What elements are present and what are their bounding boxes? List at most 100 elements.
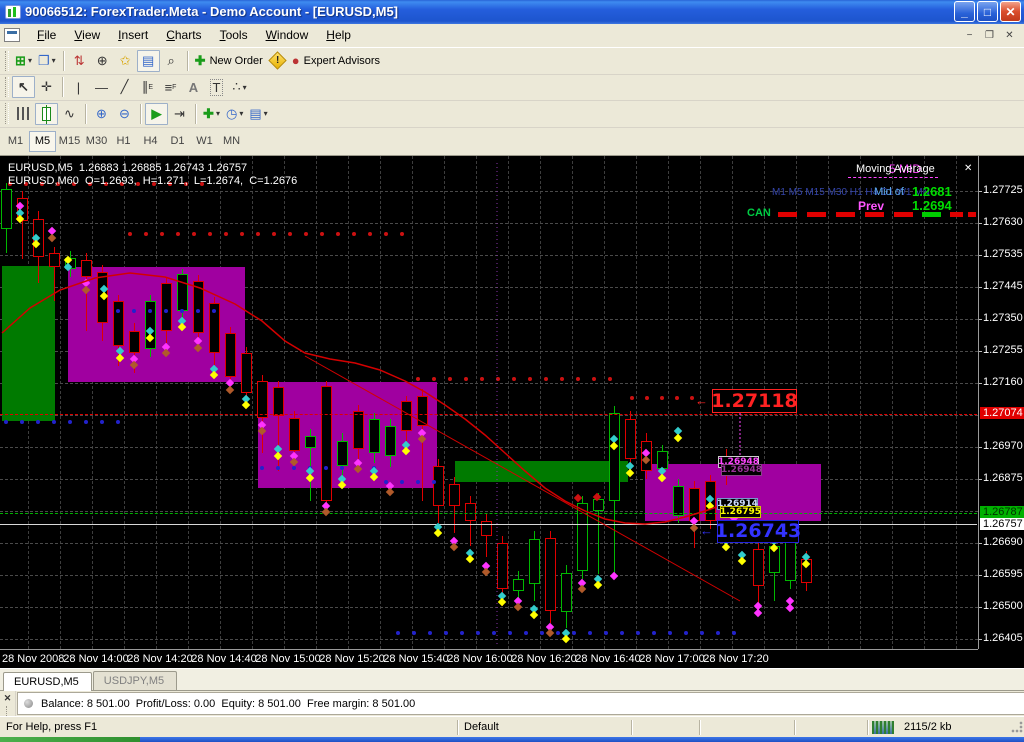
standard-toolbar: ⊞▾ ❐▾ ⇅ ⊕ ✩ ▤ ⌕ ✚ New Order ! ● Expert A… — [0, 48, 1024, 75]
terminal-grip[interactable] — [6, 706, 9, 716]
market-watch-button[interactable]: ⇅ — [68, 50, 91, 72]
zoom-out-icon: ⊖ — [119, 106, 130, 122]
navigator-button[interactable]: ✩ — [114, 50, 137, 72]
bar-chart-button[interactable] — [12, 103, 35, 125]
text-tool-button[interactable]: A — [182, 76, 205, 98]
profiles-button[interactable]: ❐▾ — [35, 50, 59, 72]
candle — [177, 274, 188, 311]
zoom-out-button[interactable]: ⊖ — [113, 103, 136, 125]
fibonacci-button[interactable]: ≡F — [159, 76, 182, 98]
menu-tools[interactable]: Tools — [211, 25, 257, 45]
new-chart-button[interactable]: ⊞▾ — [12, 50, 35, 72]
crosshair-button[interactable]: ✛ — [35, 76, 58, 98]
timeframe-w1[interactable]: W1 — [191, 131, 218, 152]
auto-scroll-button[interactable]: ▶ — [145, 103, 168, 125]
arrow-marker — [514, 603, 522, 611]
periods-button[interactable]: ◷▾ — [223, 103, 246, 125]
channel-sub-label: E — [148, 84, 153, 91]
terminal-close-icon[interactable]: ✕ — [4, 693, 12, 704]
trendline-button[interactable]: ╱ — [113, 76, 136, 98]
timeframe-mn[interactable]: MN — [218, 131, 245, 152]
toolbar-separator — [195, 104, 196, 124]
candle — [433, 466, 444, 506]
mdi-close-button[interactable]: ✕ — [1001, 28, 1018, 43]
time-axis[interactable]: 28 Nov 200828 Nov 14:0028 Nov 14:2028 No… — [0, 649, 978, 669]
menu-window[interactable]: Window — [257, 25, 318, 45]
status-bar: For Help, press F1 Default 2115/2 kb — [0, 716, 1024, 737]
tab-usdjpy-m5[interactable]: USDJPY,M5 — [93, 671, 177, 690]
signal-dot — [476, 631, 480, 635]
indicators-button[interactable]: ✚▾ — [200, 103, 223, 125]
timeframe-d1[interactable]: D1 — [164, 131, 191, 152]
signal-dot — [100, 420, 104, 424]
price-label: 1.27118 — [712, 389, 797, 413]
arrow-marker — [786, 604, 794, 612]
signal-dot — [540, 631, 544, 635]
price-axis-tick — [979, 255, 982, 256]
price-label: 1.26795 — [720, 506, 761, 518]
indicator-close-icon[interactable]: ✕ — [964, 163, 972, 174]
timeframe-m1[interactable]: M1 — [2, 131, 29, 152]
line-chart-button[interactable]: ∿ — [58, 103, 81, 125]
templates-button[interactable]: ▤▾ — [246, 103, 270, 125]
expert-advisors-button[interactable]: ● Expert Advisors — [289, 50, 383, 72]
terminal-button[interactable]: ▤ — [137, 50, 160, 72]
chart-area[interactable]: EURUSD,M5 1.26883 1.26885 1.26743 1.2675… — [0, 156, 1024, 668]
data-window-button[interactable]: ⊕ — [91, 50, 114, 72]
price-axis[interactable]: 1.277251.276301.275351.274451.273501.272… — [978, 156, 1024, 649]
vertical-line-icon: | — [77, 80, 80, 95]
menu-charts[interactable]: Charts — [157, 25, 210, 45]
vertical-line-button[interactable]: | — [67, 76, 90, 98]
arrow-marker — [754, 609, 762, 617]
metaeditor-button[interactable]: ! — [266, 50, 289, 72]
menu-insert[interactable]: Insert — [109, 25, 157, 45]
timeframe-h4[interactable]: H4 — [137, 131, 164, 152]
signal-dot — [572, 631, 576, 635]
resize-grip[interactable] — [1010, 720, 1024, 734]
new-order-button[interactable]: ✚ New Order — [192, 50, 266, 72]
menu-file[interactable]: File — [28, 25, 65, 45]
horizontal-line-button[interactable]: — — [90, 76, 113, 98]
text-icon: A — [189, 80, 198, 95]
signal-dot — [116, 309, 120, 313]
timeframes-toolbar: M1 M5 M15 M30 H1 H4 D1 W1 MN — [0, 128, 1024, 156]
application-window: 90066512: ForexTrader.Meta - Demo Accoun… — [0, 0, 1024, 742]
text-label-button[interactable]: T — [205, 76, 228, 98]
strategy-tester-button[interactable]: ⌕ — [160, 50, 183, 72]
toolbar-grip[interactable] — [5, 77, 9, 97]
equidistant-channel-button[interactable]: ∥E — [136, 76, 159, 98]
level-line — [0, 524, 977, 525]
candle — [561, 573, 572, 612]
maximize-button[interactable]: □ — [977, 1, 998, 22]
minimize-button[interactable]: _ — [954, 1, 975, 22]
signal-dot — [160, 232, 164, 236]
signal-dot — [576, 377, 580, 381]
cursor-button[interactable]: ↖ — [12, 76, 35, 98]
timeframe-m5[interactable]: M5 — [29, 131, 56, 152]
chevron-down-icon: ▾ — [243, 83, 247, 92]
tab-eurusd-m5[interactable]: EURUSD,M5 — [3, 672, 92, 691]
menu-view[interactable]: View — [65, 25, 109, 45]
signal-dot — [84, 420, 88, 424]
chart-plot[interactable]: EURUSD,M5 1.26883 1.26885 1.26743 1.2675… — [0, 156, 978, 649]
mdi-minimize-button[interactable]: − — [961, 28, 978, 43]
arrows-tool-button[interactable]: ∴▾ — [228, 76, 251, 98]
gridline-horizontal — [0, 383, 978, 384]
close-button[interactable]: ✕ — [1000, 1, 1021, 22]
candlestick-chart-button[interactable] — [35, 103, 58, 125]
timeframe-m15[interactable]: M15 — [56, 131, 83, 152]
toolbar-grip[interactable] — [5, 103, 9, 124]
status-profile[interactable]: Default — [458, 720, 632, 735]
price-axis-tick — [979, 351, 982, 352]
chart-shift-button[interactable]: ⇥ — [168, 103, 191, 125]
arrow-marker — [322, 508, 330, 516]
mdi-restore-button[interactable]: ❐ — [981, 28, 998, 43]
menu-help[interactable]: Help — [317, 25, 360, 45]
toolbar-grip[interactable] — [5, 51, 9, 72]
zoom-in-button[interactable]: ⊕ — [90, 103, 113, 125]
cursor-icon: ↖ — [18, 79, 29, 95]
account-summary: Balance: 8 501.00 Profit/Loss: 0.00 Equi… — [41, 698, 415, 710]
signal-dot — [668, 631, 672, 635]
timeframe-m30[interactable]: M30 — [83, 131, 110, 152]
timeframe-h1[interactable]: H1 — [110, 131, 137, 152]
